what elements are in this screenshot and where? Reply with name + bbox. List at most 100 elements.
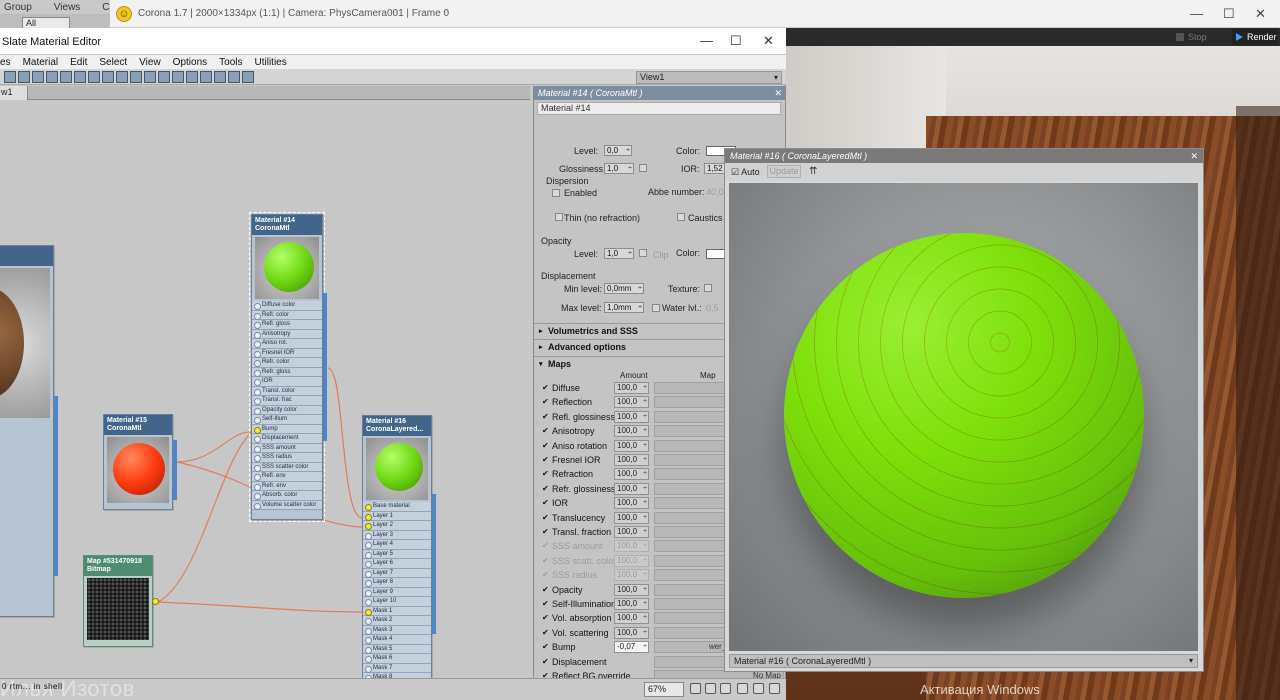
- node-slot[interactable]: Layer 1: [363, 511, 431, 521]
- zoom-region-icon[interactable]: [720, 683, 731, 694]
- material-preview-window[interactable]: Material #16 ( CoronaLayeredMtl ) ✕ ☑ Aut…: [724, 148, 1204, 672]
- zoom-dropdown[interactable]: 67%: [644, 682, 684, 697]
- map-enable-checkbox[interactable]: ✔: [542, 556, 550, 565]
- auto-checkbox[interactable]: ☑ Auto: [731, 167, 760, 178]
- output-socket[interactable]: [150, 596, 159, 606]
- zoom-selected-icon[interactable]: [753, 683, 764, 694]
- toolbar-tool-icon[interactable]: [172, 71, 184, 83]
- map-amount-spinner[interactable]: 100,0: [614, 410, 649, 423]
- map-enable-checkbox[interactable]: ✔: [542, 614, 550, 622]
- map-amount-spinner[interactable]: -0,07: [614, 641, 649, 654]
- map-enable-checkbox[interactable]: ✔: [542, 643, 550, 651]
- map-enable-checkbox[interactable]: ✔: [542, 513, 550, 522]
- node-slot[interactable]: SSS amount: [252, 443, 322, 453]
- node-slot[interactable]: Layer 4: [363, 540, 431, 550]
- map-amount-spinner[interactable]: 100,0: [614, 439, 649, 452]
- node-slot[interactable]: Base material: [363, 502, 431, 512]
- slate-menu-item[interactable]: Tools: [219, 57, 242, 68]
- slate-menu-item[interactable]: Options: [173, 57, 207, 68]
- node-material-16[interactable]: Material #16 CoronaLayered... Base materi…: [362, 415, 436, 678]
- close-icon[interactable]: ✕: [1255, 6, 1266, 22]
- node-bitmap[interactable]: Map #531470918 Bitmap: [83, 555, 159, 647]
- node-slot[interactable]: Layer 6: [363, 559, 431, 569]
- toolbar-tool-icon[interactable]: [144, 71, 156, 83]
- map-amount-spinner[interactable]: 100,0: [614, 454, 649, 466]
- slate-menu-item[interactable]: Select: [99, 57, 127, 68]
- max-menu-item[interactable]: Views: [54, 2, 81, 13]
- slate-menu-item[interactable]: es: [0, 57, 11, 68]
- map-amount-spinner[interactable]: 100,0: [614, 540, 649, 553]
- map-amount-spinner[interactable]: 100,0: [614, 482, 649, 495]
- zoom-extents-icon[interactable]: [737, 683, 748, 694]
- refr-gloss-spinner[interactable]: 1,0: [604, 163, 634, 174]
- water-level-value[interactable]: 0,5: [706, 303, 719, 313]
- refr-level-spinner[interactable]: 0,0: [604, 145, 632, 156]
- map-enable-checkbox[interactable]: ✔: [542, 528, 550, 536]
- map-amount-spinner[interactable]: 100,0: [614, 626, 649, 639]
- toolbar-tool-icon[interactable]: [116, 71, 128, 83]
- toolbar-tool-icon[interactable]: [200, 71, 212, 83]
- node-slot[interactable]: Opacity color: [252, 405, 322, 415]
- map-enable-checkbox[interactable]: ✔: [542, 384, 550, 392]
- water-level-checkbox[interactable]: [652, 304, 660, 312]
- min-level-spinner[interactable]: 0,0mm: [604, 283, 644, 294]
- thin-checkbox[interactable]: [555, 213, 563, 221]
- caustics-checkbox[interactable]: [677, 213, 685, 221]
- node-canvas[interactable]: Material #14 CoronaMtl Diffuse color Refl.…: [0, 100, 530, 678]
- toolbar-tool-icon[interactable]: [158, 71, 170, 83]
- max-level-spinner[interactable]: 1,0mm: [604, 302, 644, 313]
- node-slot[interactable]: Anisotropy: [252, 329, 322, 339]
- maximize-icon[interactable]: ☐: [1223, 6, 1235, 22]
- abbe-value[interactable]: 40,0: [706, 187, 724, 197]
- node-slot[interactable]: Mask 3: [363, 625, 431, 635]
- toolbar-tool-icon[interactable]: [60, 71, 72, 83]
- slate-menu-item[interactable]: Material: [23, 57, 59, 68]
- node-slot[interactable]: Mask 4: [363, 635, 431, 645]
- toolbar-tool-icon[interactable]: [102, 71, 114, 83]
- minimize-icon[interactable]: —: [700, 33, 713, 48]
- node-slot[interactable]: Layer 5: [363, 549, 431, 559]
- minimize-icon[interactable]: —: [1190, 6, 1203, 21]
- node-wood-material[interactable]: [0, 245, 58, 617]
- node-slot[interactable]: Refl. gloss: [252, 320, 322, 330]
- view-dropdown[interactable]: View1: [636, 71, 782, 84]
- node-slot[interactable]: Mask 2: [363, 616, 431, 626]
- node-slot[interactable]: Refl. color: [252, 310, 322, 320]
- map-amount-spinner[interactable]: 100,0: [614, 425, 649, 438]
- map-amount-spinner[interactable]: 100,0: [614, 583, 649, 596]
- opacity-map-toggle[interactable]: [639, 249, 647, 257]
- map-enable-checkbox[interactable]: ✔: [542, 427, 550, 435]
- close-icon[interactable]: ✕: [774, 86, 782, 100]
- node-slot[interactable]: Diffuse color: [252, 301, 322, 311]
- node-slot[interactable]: Refr. color: [252, 358, 322, 368]
- toolbar-tool-icon[interactable]: [130, 71, 142, 83]
- node-slot[interactable]: SSS radius: [252, 453, 322, 463]
- node-slot[interactable]: Layer 2: [363, 521, 431, 531]
- node-slot[interactable]: Volume scatter color: [252, 500, 322, 510]
- texture-map-toggle[interactable]: [704, 284, 712, 292]
- toolbar-tool-icon[interactable]: [32, 71, 44, 83]
- node-slot[interactable]: Self-Illum: [252, 415, 322, 425]
- dispersion-checkbox[interactable]: [552, 189, 560, 197]
- node-slot[interactable]: Refr. gloss: [252, 367, 322, 377]
- clip-label[interactable]: Clip: [653, 250, 669, 260]
- node-slot[interactable]: Bump: [252, 424, 322, 434]
- node-slot[interactable]: Layer 3: [363, 530, 431, 540]
- map-enable-checkbox[interactable]: ✔: [542, 441, 550, 450]
- maximize-icon[interactable]: ☐: [730, 33, 742, 49]
- map-enable-checkbox[interactable]: ✔: [542, 657, 550, 666]
- map-amount-spinner[interactable]: 100,0: [614, 569, 649, 582]
- slate-menu-item[interactable]: Utilities: [255, 57, 287, 68]
- map-enable-checkbox[interactable]: ✔: [542, 412, 550, 421]
- map-amount-spinner[interactable]: 100,0: [614, 554, 649, 567]
- node-material-15[interactable]: Material #15 CoronaMtl: [103, 414, 177, 510]
- close-icon[interactable]: ✕: [763, 33, 774, 49]
- toolbar-tool-icon[interactable]: [46, 71, 58, 83]
- map-enable-checkbox[interactable]: ✔: [542, 600, 550, 608]
- opacity-level-spinner[interactable]: 1,0: [604, 248, 634, 259]
- node-slot[interactable]: Mask 5: [363, 644, 431, 654]
- map-amount-spinner[interactable]: 100,0: [614, 396, 649, 409]
- slate-menu-item[interactable]: View: [139, 57, 161, 68]
- map-enable-checkbox[interactable]: ✔: [542, 456, 550, 464]
- toolbar-tool-icon[interactable]: [88, 71, 100, 83]
